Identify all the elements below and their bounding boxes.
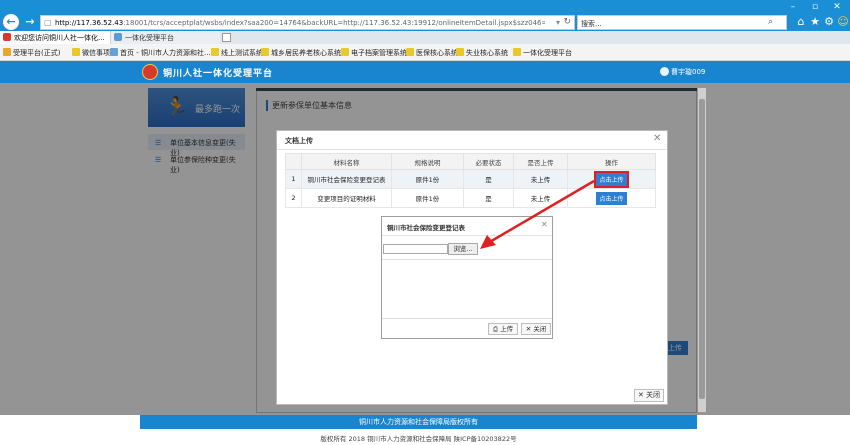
footer-bar: 铜川市人力资源和社会保障局版权所有 [140,415,697,429]
site-favicon-icon [3,33,11,41]
user-avatar-icon [660,67,669,76]
back-button[interactable]: ← [3,14,19,30]
tab-welcome[interactable]: 欢迎您访问铜川人社一体化... [0,31,110,44]
footer-copyright: 版权所有 2018 铜川市人力资源和社会保障局 陕ICP备10203822号 [320,435,517,443]
smiley-icon[interactable]: ☺ [836,15,850,29]
annotation-arrow [480,179,595,249]
file-close-button[interactable]: ✕ 关闭 [521,323,551,335]
bookmark-item[interactable]: 电子档案管理系统 [341,48,407,58]
bookmark-item[interactable]: 一体化受理平台 [513,48,572,58]
new-tab-icon[interactable] [222,33,231,42]
file-path-input[interactable] [383,244,448,254]
file-list-area [382,259,552,319]
browser-search-input[interactable]: 搜索... ⌕ [577,15,787,30]
file-upload-button[interactable]: ⎙ 上传 [488,323,518,335]
national-emblem-icon [142,64,158,80]
divider [277,149,667,150]
bookmark-item[interactable]: 线上测试系统 [211,48,263,58]
site-header [0,61,850,83]
scrollbar-thumb[interactable] [699,99,705,399]
bookmark-item[interactable]: 医保核心系统 [406,48,458,58]
search-icon[interactable]: ⌕ [768,17,773,27]
site-title: 铜川人社一体化受理平台 [163,69,274,79]
close-window-icon[interactable]: ✕ [830,2,844,12]
maximize-icon[interactable]: ▫ [808,2,822,12]
bookmark-item[interactable]: 首页 - 铜川市人力资源和社... [110,48,211,58]
user-name[interactable]: 曹宇璇009 [671,67,705,77]
table-header-row: 材料名称 规格说明 必要状态 是否上传 操作 [285,153,656,170]
address-bar[interactable]: ▢ http://117.36.52.43:18001/tcrs/acceptp… [40,15,575,30]
dropdown-icon[interactable]: ▾ [556,18,560,27]
bookmark-item[interactable]: 微信事项 [72,48,110,58]
minimize-icon[interactable]: – [786,2,800,12]
bookmark-item[interactable]: 城乡居民养老核心系统 [261,48,341,58]
forward-button[interactable]: → [22,14,38,30]
bookmark-item[interactable]: 失业核心系统 [456,48,508,58]
close-icon: ✕ [637,391,647,399]
favorites-star-icon[interactable]: ★ [808,15,822,29]
close-dialog-button[interactable]: ✕ 关闭 [634,389,664,402]
ie-page-icon [114,33,122,41]
settings-gear-icon[interactable]: ⚙ [822,15,836,29]
arrow-line [487,179,595,245]
home-icon[interactable]: ⌂ [794,15,808,29]
file-dialog-title: 铜川市社会保险变更登记表 [387,224,465,232]
dialog-title: 文档上传 [285,137,313,145]
url-text: http://117.36.52.43:18001/tcrs/acceptpla… [55,19,545,27]
bookmark-item[interactable]: 受理平台(正式) [3,48,60,58]
dialog-close-icon[interactable]: ✕ [653,133,661,144]
tab-platform[interactable]: 一体化受理平台 [110,31,220,44]
refresh-icon[interactable]: ↻ [563,17,571,27]
page-icon: ▢ [44,18,52,27]
arrow-head [480,235,496,249]
